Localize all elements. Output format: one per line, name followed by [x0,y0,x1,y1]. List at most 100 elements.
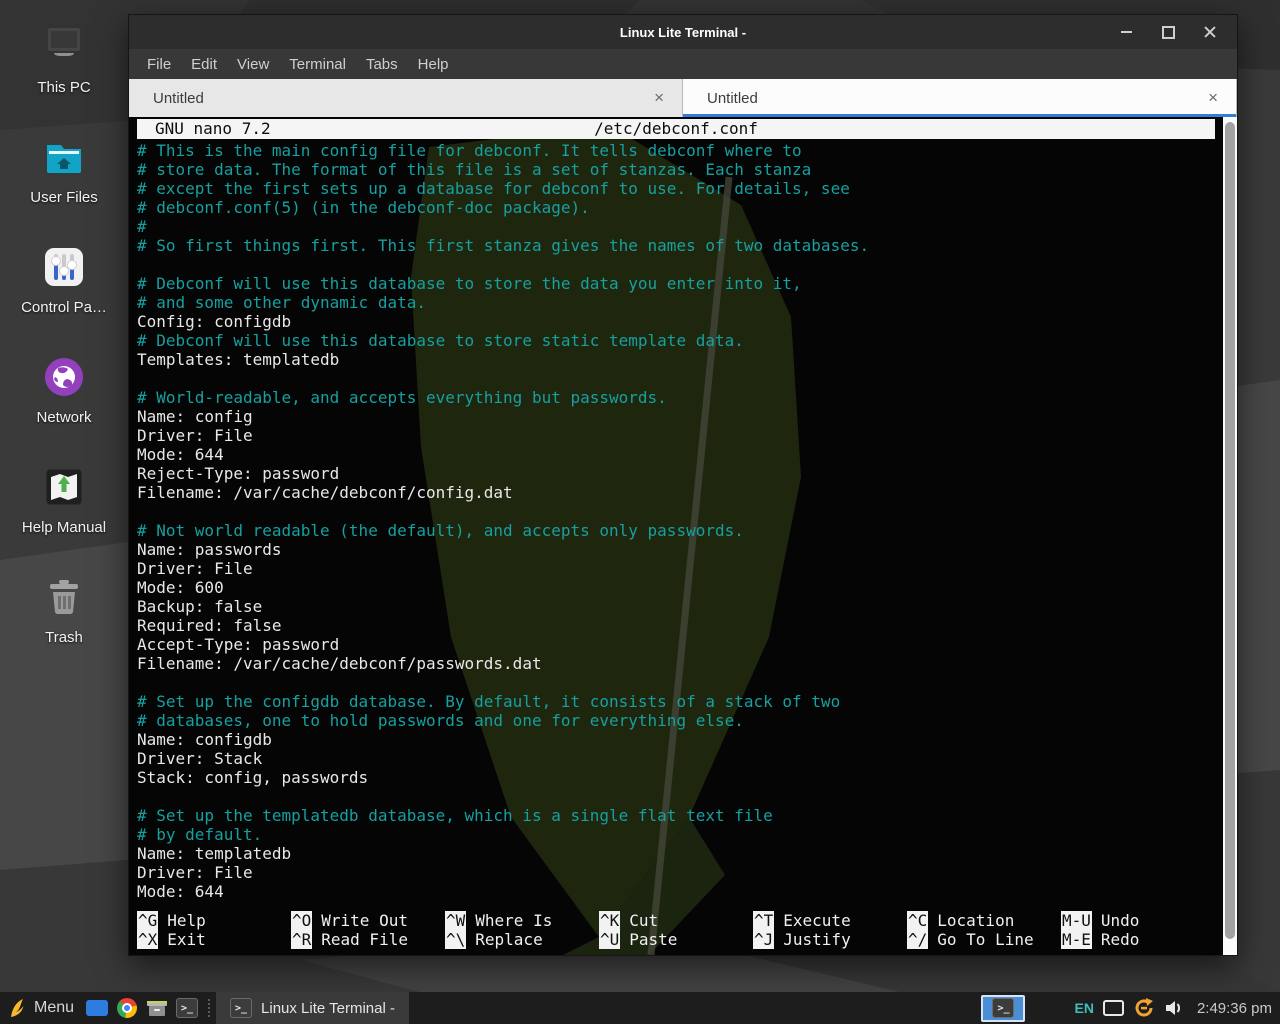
trash-icon [39,572,89,622]
desktop-icon-label: Help Manual [22,519,106,536]
terminal-tab[interactable]: Untitled × [129,79,683,117]
nano-line: # Debconf will use this database to stor… [137,274,1215,293]
desktop-icon-list: This PC User Files [0,22,128,682]
display-indicator-icon[interactable] [1103,1000,1124,1016]
close-icon [1204,26,1216,38]
menubar-item[interactable]: Edit [181,56,227,73]
nano-titlebar: GNU nano 7.2 /etc/debconf.conf [137,119,1215,139]
menubar-item[interactable]: File [137,56,181,73]
nano-line: # Set up the templatedb database, which … [137,806,1215,825]
desktop-icon-this-pc[interactable]: This PC [0,22,128,132]
nano-shortcut-bar: ^G Help ^X Exit ^O Write Out ^R Read Fil… [137,911,1215,949]
shortcut-key: ^G [137,911,158,930]
nano-shortcut[interactable]: ^X Exit [137,930,291,949]
nano-shortcut[interactable]: ^G Help [137,911,291,930]
scrollbar-thumb[interactable] [1225,122,1235,939]
launcher-chrome[interactable] [112,992,142,1024]
terminal-screen[interactable]: GNU nano 7.2 /etc/debconf.conf # This is… [129,117,1237,955]
volume-icon[interactable] [1164,999,1184,1017]
maximize-icon [1162,26,1175,39]
nano-line: Name: config [137,407,1215,426]
this-pc-icon [39,22,89,72]
desktop-icon-label: Network [36,409,91,426]
nano-line: Driver: File [137,863,1215,882]
nano-line: # Debconf will use this database to stor… [137,331,1215,350]
desktop-icon-network[interactable]: Network [0,352,128,462]
nano-line: Name: configdb [137,730,1215,749]
nano-shortcut[interactable]: ^U Paste [599,930,753,949]
tab-label: Untitled [153,90,650,107]
launcher-archive[interactable] [142,992,172,1024]
terminal-tabbar: Untitled × Untitled × [129,79,1237,117]
shortcut-key: ^T [753,911,774,930]
nano-line: # except the first sets up a database fo… [137,179,1215,198]
updates-icon[interactable] [1133,997,1155,1019]
terminal-icon: >_ [230,998,252,1018]
desktop-icon-help-manual[interactable]: Help Manual [0,462,128,572]
nano-shortcut[interactable]: ^T Execute [753,911,907,930]
shortcut-key: ^\ [445,930,466,949]
nano-line: Reject-Type: password [137,464,1215,483]
shortcut-label: Cut [629,911,658,930]
nano-shortcut[interactable]: ^W Where Is [445,911,599,930]
keyboard-language-indicator[interactable]: EN [1074,1000,1093,1016]
nano-line: Accept-Type: password [137,635,1215,654]
desktop-icon-trash[interactable]: Trash [0,572,128,682]
nano-line: # databases, one to hold passwords and o… [137,711,1215,730]
nano-line: Templates: templatedb [137,350,1215,369]
nano-shortcut[interactable]: M-U Undo [1061,911,1215,930]
nano-line: # by default. [137,825,1215,844]
nano-shortcut[interactable]: ^/ Go To Line [907,930,1061,949]
desktop-icon-control-panel[interactable]: Control Pa… [0,242,128,352]
nano-line: # and some other dynamic data. [137,293,1215,312]
terminal-scrollbar[interactable] [1223,117,1237,955]
nano-line [137,673,1215,692]
menubar-item[interactable]: Tabs [356,56,408,73]
nano-filename: /etc/debconf.conf [137,119,1215,139]
nano-shortcut[interactable]: ^C Location [907,911,1061,930]
shortcut-key: ^C [907,911,928,930]
archive-icon [146,998,168,1018]
nano-line: Filename: /var/cache/debconf/passwords.d… [137,654,1215,673]
nano-line [137,255,1215,274]
shortcut-key: ^X [137,930,158,949]
terminal-tab[interactable]: Untitled × [683,79,1237,117]
tray-terminal-active-button[interactable]: >_ [981,995,1025,1022]
minimize-button[interactable] [1113,19,1139,45]
nano-shortcut[interactable]: M-E Redo [1061,930,1215,949]
nano-line: # Not world readable (the default), and … [137,521,1215,540]
terminal-icon: >_ [992,998,1014,1018]
shortcut-label: Justify [783,930,850,949]
tab-close-icon[interactable]: × [650,88,668,108]
nano-line: Mode: 644 [137,445,1215,464]
desktop-icon-user-files[interactable]: User Files [0,132,128,242]
nano-line: # So first things first. This first stan… [137,236,1215,255]
menubar-item[interactable]: Help [408,56,459,73]
launcher-file-manager[interactable] [82,992,112,1024]
nano-line: Required: false [137,616,1215,635]
menubar-item[interactable]: Terminal [279,56,356,73]
taskbar-window-label: Linux Lite Terminal - [261,1000,395,1017]
close-button[interactable] [1197,19,1223,45]
terminal-menubar: FileEditViewTerminalTabsHelp [129,49,1237,79]
control-panel-icon [39,242,89,292]
tab-close-icon[interactable]: × [1204,88,1222,108]
launcher-terminal[interactable]: >_ [172,992,202,1024]
nano-shortcut[interactable]: ^J Justify [753,930,907,949]
nano-shortcut[interactable]: ^K Cut [599,911,753,930]
taskbar-clock[interactable]: 2:49:36 pm [1197,1000,1272,1017]
desktop-icon-label: This PC [37,79,90,96]
taskbar-window-button[interactable]: >_ Linux Lite Terminal - [216,992,409,1024]
shortcut-key: ^W [445,911,466,930]
shortcut-key: ^K [599,911,620,930]
help-manual-icon [39,462,89,512]
shortcut-key: ^O [291,911,312,930]
window-titlebar[interactable]: Linux Lite Terminal - [129,15,1237,49]
chrome-icon [117,998,137,1018]
start-menu-button[interactable]: Menu [0,992,82,1024]
nano-shortcut[interactable]: ^\ Replace [445,930,599,949]
menubar-item[interactable]: View [227,56,279,73]
nano-shortcut[interactable]: ^O Write Out [291,911,445,930]
nano-shortcut[interactable]: ^R Read File [291,930,445,949]
maximize-button[interactable] [1155,19,1181,45]
